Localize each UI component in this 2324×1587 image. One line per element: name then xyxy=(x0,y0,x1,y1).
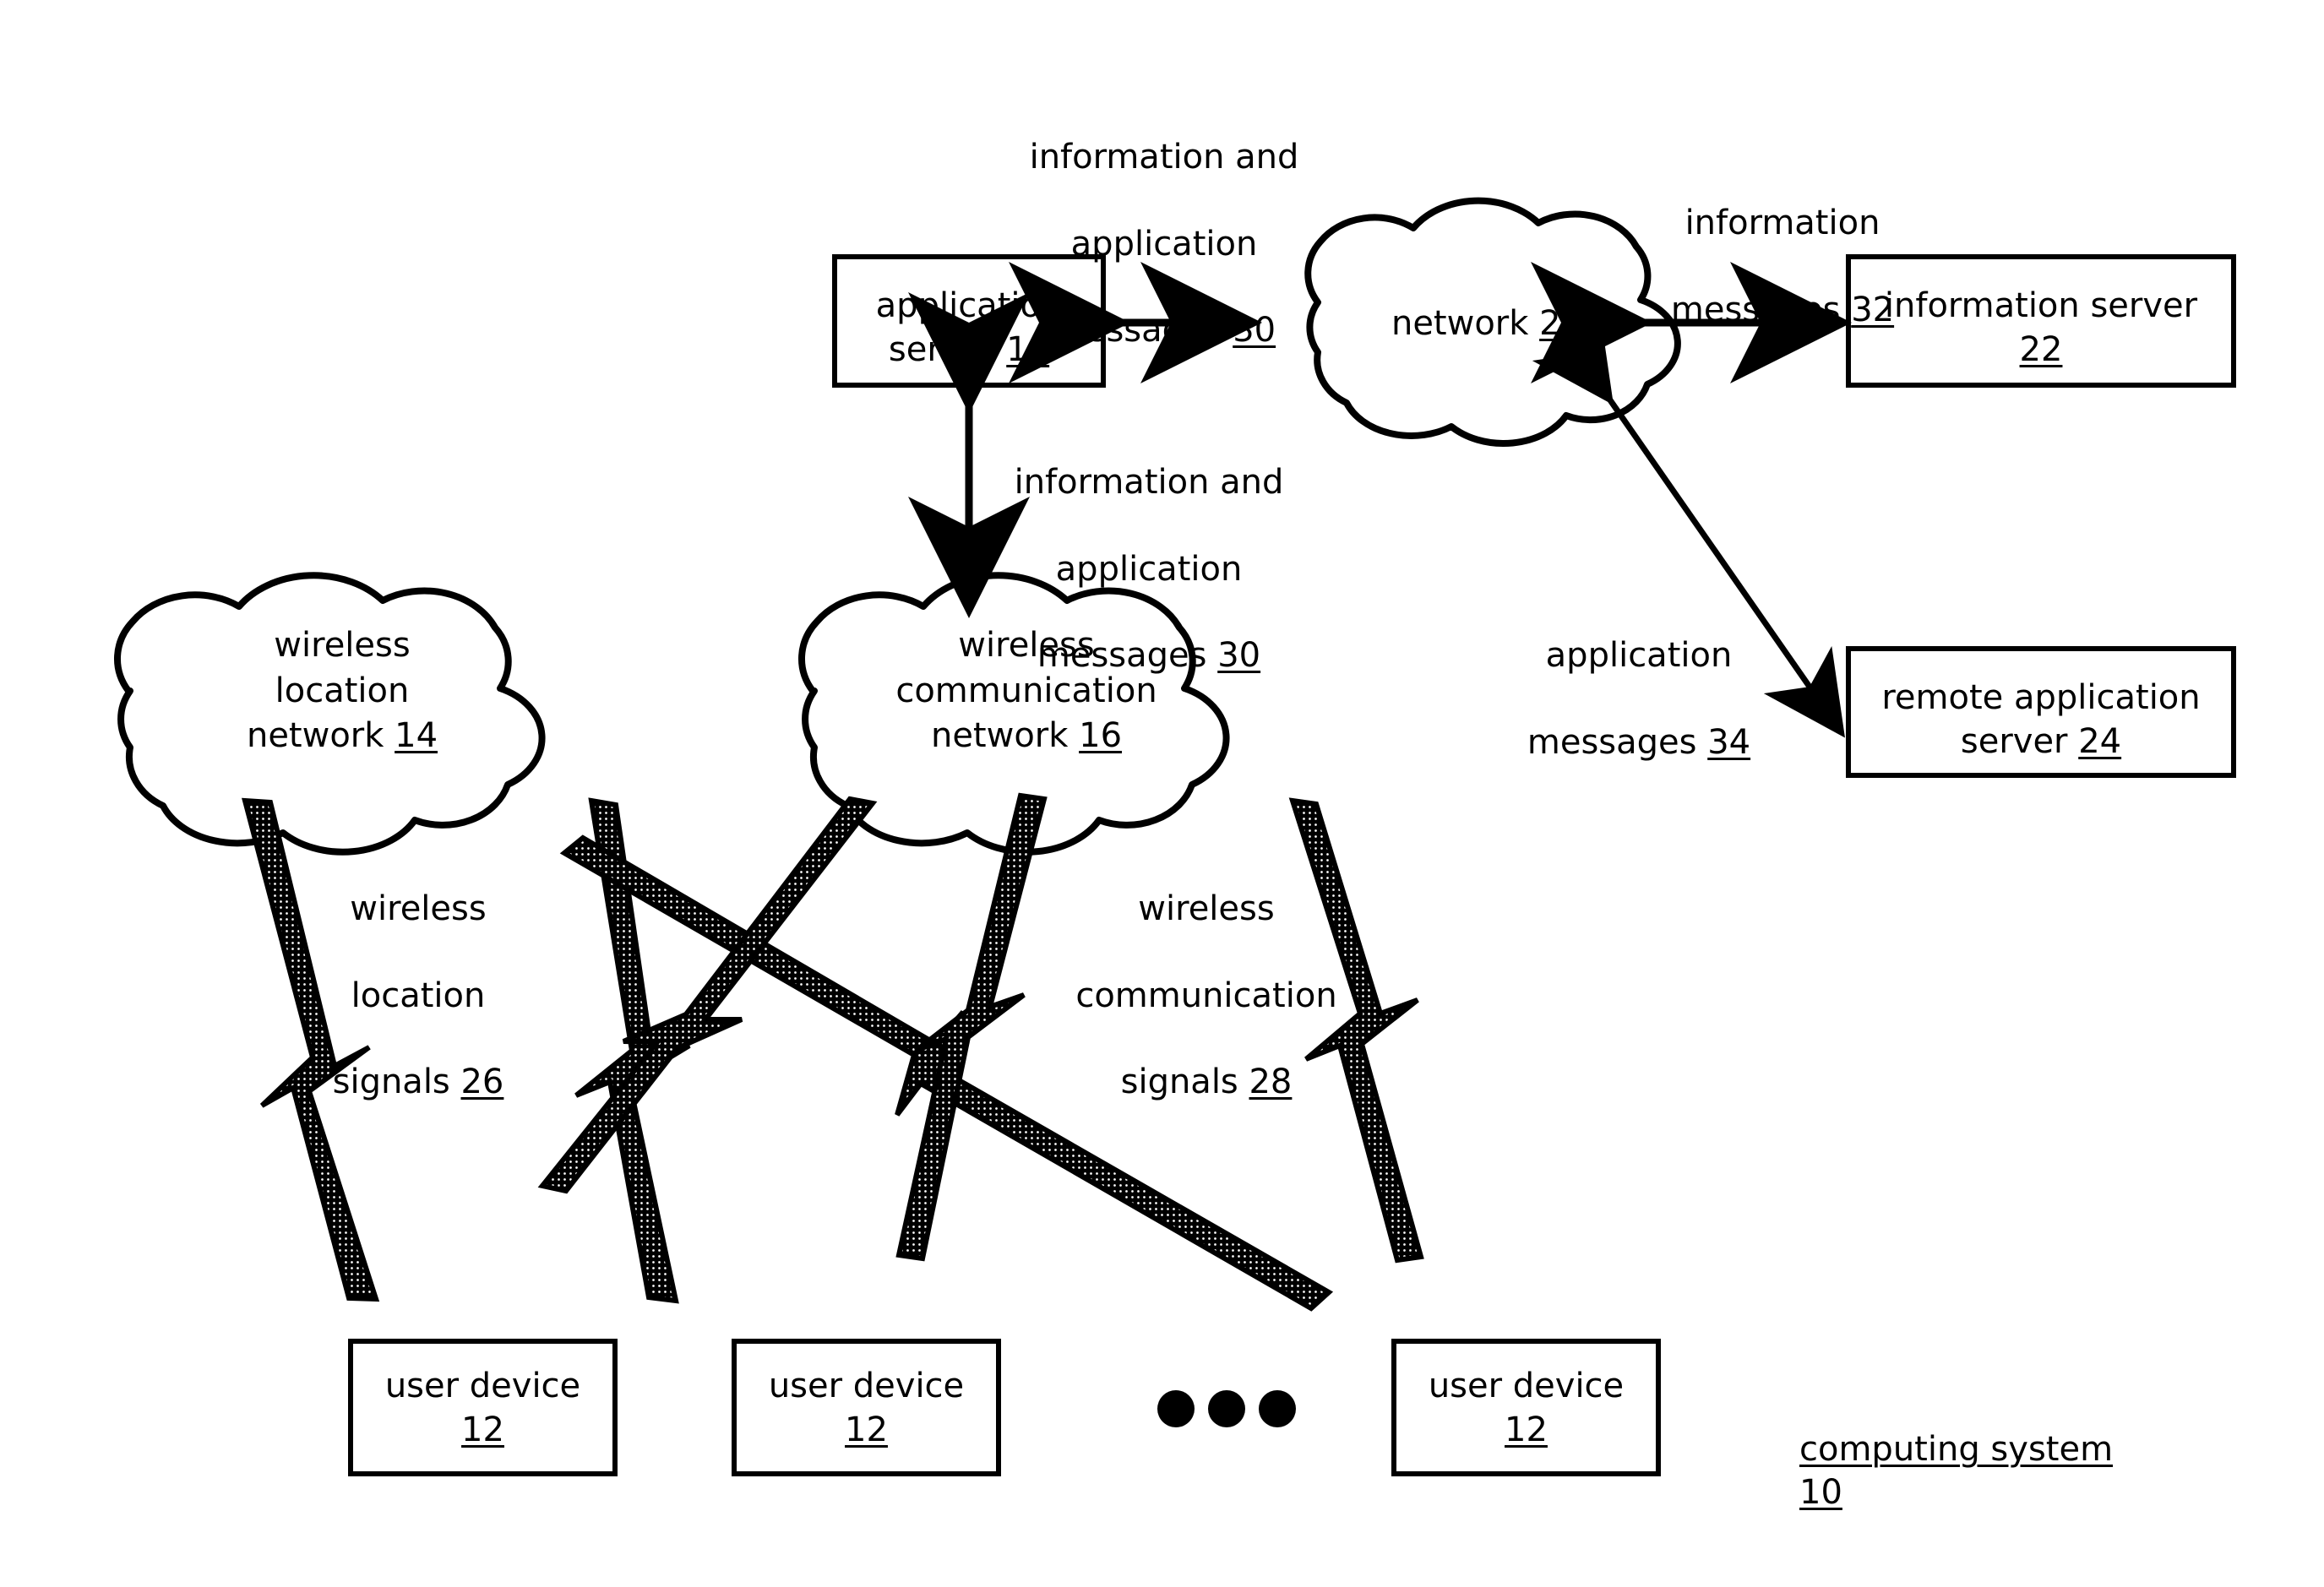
user-device-1-label: user device 12 xyxy=(351,1364,615,1452)
wireless-communication-signal-bolt-2 xyxy=(895,792,1048,1262)
figure-caption: computing system 10 xyxy=(1799,1385,2222,1515)
user-device-3-label: user device 12 xyxy=(1394,1364,1658,1452)
edge-label-30b-line2: application xyxy=(1055,549,1243,589)
user-device-3-ref: 12 xyxy=(1505,1410,1548,1449)
edge-label-32-line2: messages xyxy=(1670,290,1852,329)
edge-label-34-line1: application xyxy=(1545,636,1733,676)
user-device-1-label-line1: user device xyxy=(384,1367,581,1405)
figure-caption-ref: 10 xyxy=(1799,1473,1842,1513)
information-server-ref: 22 xyxy=(2019,330,2063,369)
user-device-2-ref: 12 xyxy=(845,1410,888,1449)
edge-label-26-line3: signals xyxy=(332,1062,461,1101)
edge-label-26-line1: wireless xyxy=(350,889,487,929)
edge-label-30a-line2: application xyxy=(1070,224,1258,264)
edge-label-network-to-information-server: information messages 32 xyxy=(1605,159,1960,332)
wireless-communication-network-ref: 16 xyxy=(1079,716,1123,756)
ellipsis-dots xyxy=(1157,1390,1296,1427)
edge-label-32-ref: 32 xyxy=(1851,290,1895,329)
edge-label-30b-ref: 30 xyxy=(1217,635,1261,675)
edge-label-app-server-to-network: information and application messages 30 xyxy=(987,93,1342,352)
wireless-location-network-label-line2: location xyxy=(275,671,410,710)
edge-label-34-line2: messages xyxy=(1527,722,1708,762)
edge-label-wireless-communication-signals: wireless communication signals 28 xyxy=(1037,845,1375,1104)
edge-label-28-line1: wireless xyxy=(1138,889,1275,929)
wireless-location-network-ref: 14 xyxy=(395,716,438,756)
remote-application-server-label-line2: server xyxy=(1960,722,2079,761)
network-cloud-label-line1: network xyxy=(1391,304,1540,343)
remote-application-server-ref: 24 xyxy=(2078,722,2122,761)
edge-label-28-line2: communication xyxy=(1075,976,1337,1015)
edge-label-network-to-remote-app-server: application messages 34 xyxy=(1470,591,1808,764)
user-device-1-ref: 12 xyxy=(461,1410,504,1449)
wireless-location-network-label-line3: network xyxy=(246,716,395,756)
edge-label-26-ref: 26 xyxy=(460,1062,504,1101)
user-device-3-label-line1: user device xyxy=(1428,1367,1625,1405)
wireless-location-network-label: wireless location network 14 xyxy=(144,623,541,759)
user-device-2-label-line1: user device xyxy=(768,1367,965,1405)
edge-label-app-server-to-wireless-comm: information and application messages 30 xyxy=(980,418,1318,677)
edge-label-26-line2: location xyxy=(351,976,486,1015)
network-cloud-ref: 20 xyxy=(1539,304,1583,343)
user-device-2-label: user device 12 xyxy=(734,1364,999,1452)
edge-label-30b-line3: messages xyxy=(1037,635,1218,675)
figure-canvas: application server 18 information server… xyxy=(0,0,2324,1587)
remote-application-server-label: remote application server 24 xyxy=(1848,676,2234,764)
edge-label-32-line1: information xyxy=(1684,204,1880,243)
figure-caption-label: computing system xyxy=(1799,1430,2114,1470)
wireless-communication-network-label-line3: network xyxy=(930,716,1080,756)
edge-label-wireless-location-signals: wireless location signals 26 xyxy=(279,845,558,1104)
edge-label-30a-line1: information and xyxy=(1029,138,1299,177)
edge-label-30b-line1: information and xyxy=(1014,463,1284,503)
edge-label-30a-ref: 30 xyxy=(1233,310,1276,350)
remote-application-server-label-line1: remote application xyxy=(1881,678,2201,717)
edge-label-30a-line3: messages xyxy=(1052,310,1233,350)
wireless-location-network-label-line1: wireless xyxy=(274,626,411,665)
edge-label-28-line3: signals xyxy=(1120,1062,1249,1101)
edge-label-28-ref: 28 xyxy=(1249,1062,1293,1101)
edge-label-34-ref: 34 xyxy=(1707,722,1751,762)
